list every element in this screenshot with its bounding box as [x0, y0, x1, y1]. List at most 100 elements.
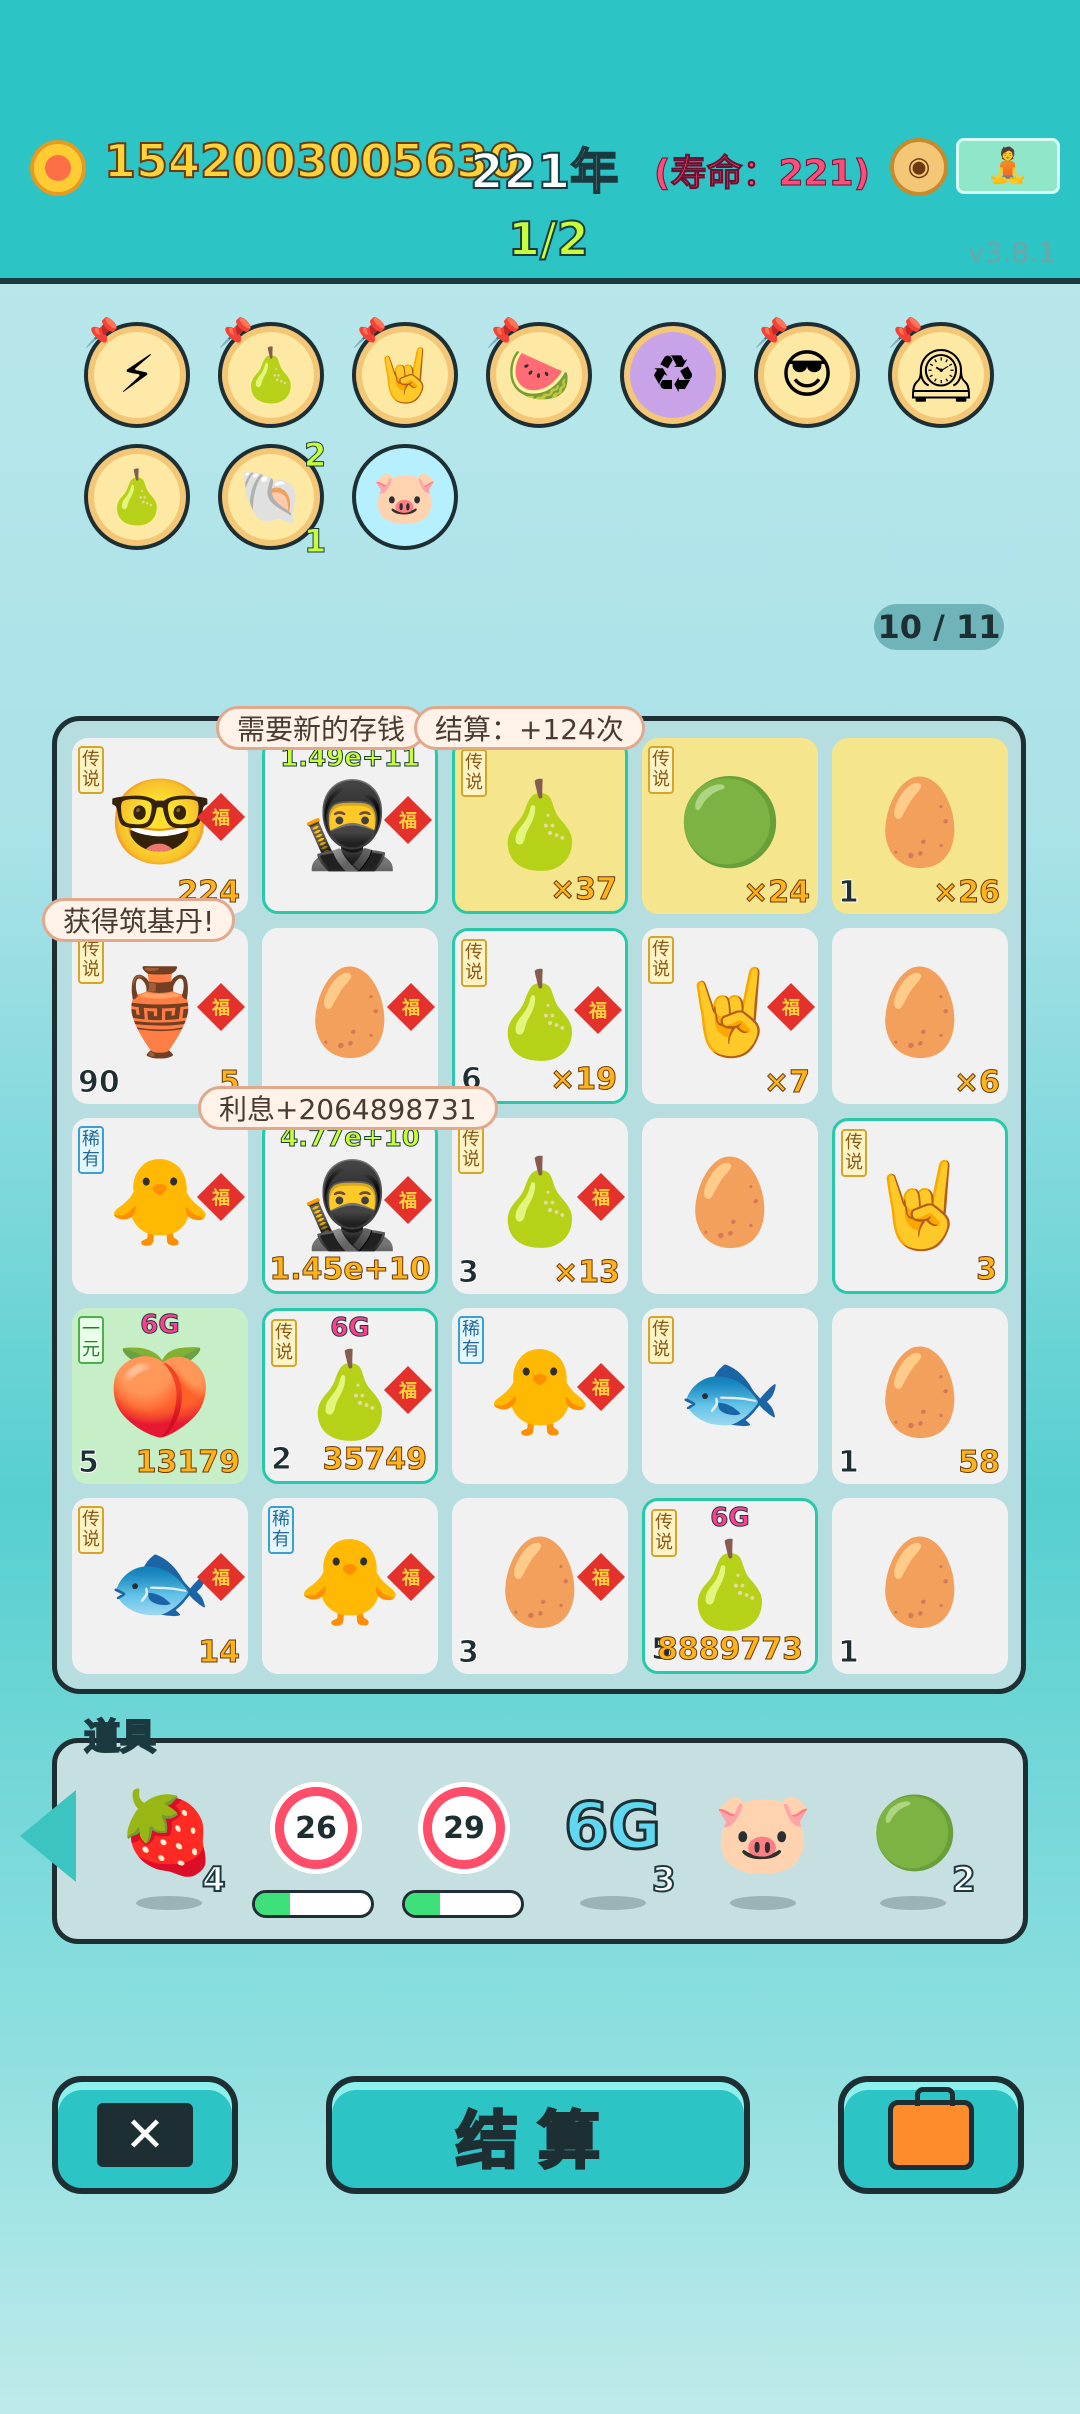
board-cell[interactable]: 🥚 — [642, 1118, 818, 1294]
board-cell[interactable]: 🐥 稀有福 — [452, 1308, 628, 1484]
board-cell[interactable]: 🥚 1 ×26 — [832, 738, 1008, 914]
page-indicator: 1/2 — [507, 211, 590, 267]
board-cell[interactable]: 🥚 1 — [832, 1498, 1008, 1674]
piggy-bank-relic-icon[interactable]: 🐷 — [352, 444, 458, 550]
pill-bubble: 获得筑基丹! — [42, 898, 236, 942]
rarity-tag: 传说 — [648, 1316, 674, 1364]
rarity-tag: 传说 — [841, 1129, 867, 1177]
rarity-tag: 传说 — [458, 1126, 484, 1174]
item-shadow — [880, 1896, 946, 1910]
cell-item-icon: 🥚 — [867, 773, 973, 871]
board-cell[interactable]: 🍐 传说 6G 5 8889773 — [642, 1498, 818, 1674]
cell-left-count: 5 — [78, 1445, 100, 1481]
timer-2-value: 29 — [432, 1796, 496, 1860]
board-cell[interactable]: 🤓 传说福 224 — [72, 738, 248, 914]
rarity-tag: 传说 — [78, 746, 104, 794]
version-label: v3.8.1 — [968, 236, 1056, 269]
board-cell[interactable]: 🥷 福 4.77e+10 1.45e+10 — [262, 1118, 438, 1294]
cell-right-count: ×19 — [550, 1062, 618, 1098]
cell-item-icon: 🥚 — [867, 963, 973, 1061]
rarity-tag: 传说 — [648, 746, 674, 794]
cell-right-count: 3 — [976, 1252, 998, 1288]
cell-left-count: 3 — [458, 1635, 480, 1671]
rarity-tag: 传说 — [78, 1506, 104, 1554]
board-cell[interactable]: 🍐 传说福 6G 2 35749 — [262, 1308, 438, 1484]
arrow-left-icon[interactable] — [20, 1790, 76, 1882]
meditate-button[interactable]: 🧘 — [956, 138, 1060, 194]
cell-left-count: 2 — [271, 1442, 293, 1478]
board-cell[interactable]: 🤘 传说福 ×7 — [642, 928, 818, 1104]
timer-1-progress — [252, 1890, 374, 1918]
board-cell[interactable]: 🥷 福 1.49e+11 — [262, 738, 438, 914]
board-cell[interactable]: 🐥 稀有福 — [262, 1498, 438, 1674]
cell-right-count: ×37 — [550, 872, 618, 908]
divider — [0, 278, 1080, 284]
lightning-relic-icon[interactable]: 📌 ⚡ — [84, 316, 190, 428]
cool-face-relic-icon[interactable]: 📌 😎 — [754, 316, 860, 428]
board-cell[interactable]: 🏺 传说福 90 5 — [72, 928, 248, 1104]
cell-value: 1.45e+10 — [269, 1252, 431, 1288]
piggy-bank-item-icon[interactable]: 🐷 — [708, 1778, 818, 1888]
time-card-relic-icon[interactable]: 📌 🕰 — [888, 316, 994, 428]
6g-count: 3 — [651, 1859, 677, 1901]
briefcase-icon — [888, 2087, 974, 2170]
cell-right-count: ×13 — [553, 1255, 621, 1291]
rock-hand-relic-icon[interactable]: 📌 🤘 — [352, 316, 458, 428]
cell-left-count: 90 — [78, 1065, 121, 1101]
rarity-tag: 传说 — [78, 936, 104, 984]
cell-right-count: 35749 — [322, 1442, 427, 1478]
board-cell[interactable]: 🐥 稀有福 — [72, 1118, 248, 1294]
interest-bubble: 利息+2064898731 — [198, 1086, 498, 1130]
pomelo-relic-icon[interactable]: 📌 🍐 — [218, 316, 324, 428]
pomelo-relic-2-icon[interactable]: 🍐 — [84, 444, 190, 550]
board-cell[interactable]: 🍐 传说福 3 ×13 — [452, 1118, 628, 1294]
board-cell[interactable]: 🍑 一元 6G 5 13179 — [72, 1308, 248, 1484]
cell-item-icon: 🥚 — [867, 1533, 973, 1631]
lifespan-label: (寿命：221) — [653, 153, 871, 195]
timer-item-1[interactable]: 26 — [270, 1782, 362, 1874]
board-cell[interactable]: 🥚 福 — [262, 928, 438, 1104]
board-cell[interactable]: 🍐 传说福 6 ×19 — [452, 928, 628, 1104]
6g-item[interactable]: 6G — [562, 1789, 662, 1866]
cell-left-count: 1 — [838, 1635, 860, 1671]
coin-icon — [30, 140, 86, 196]
year-counter: 221年 — [469, 143, 619, 201]
cell-item-icon: 🥚 — [867, 1343, 973, 1441]
board-cell[interactable]: 🟢 传说 ×24 — [642, 738, 818, 914]
fruit-basket-relic-icon[interactable]: 📌 🍉 — [486, 316, 592, 428]
cell-right-count: 58 — [958, 1445, 1001, 1481]
board-cell[interactable]: 🍐 传说 ×37 — [452, 738, 628, 914]
rarity-tag: 稀有 — [458, 1316, 484, 1364]
orb-count: 2 — [951, 1859, 977, 1901]
settle-bubble: 结算：+124次 — [414, 706, 645, 750]
coin-total: 1542003005630 — [103, 133, 521, 189]
6g-label: 6G — [710, 1503, 750, 1534]
cell-left-count: 3 — [458, 1255, 480, 1291]
rarity-tag: 传说 — [461, 749, 487, 797]
board-cell[interactable]: 🐟 传说 — [642, 1308, 818, 1484]
cell-right-count: ×26 — [933, 875, 1001, 911]
cell-left-count: 1 — [838, 1445, 860, 1481]
item-shadow — [730, 1896, 796, 1910]
board-cell[interactable]: 🥚 1 58 — [832, 1308, 1008, 1484]
cell-right-count: ×6 — [953, 1065, 1000, 1101]
board-cell[interactable]: 🤘 传说 3 — [832, 1118, 1008, 1294]
rarity-tag: 传说 — [648, 936, 674, 984]
close-icon: ✕ — [97, 2103, 193, 2167]
6g-label: 6G — [140, 1310, 180, 1341]
close-button[interactable]: ✕ — [52, 2076, 238, 2194]
bag-button[interactable] — [838, 2076, 1024, 2194]
item-shadow — [580, 1896, 646, 1910]
timer-item-2[interactable]: 29 — [418, 1782, 510, 1874]
turn-counter: 10 / 11 — [874, 604, 1004, 650]
rarity-tag: 稀有 — [268, 1506, 294, 1554]
strawberry-count: 4 — [201, 1859, 227, 1901]
board-cell[interactable]: 🥚 福 3 — [452, 1498, 628, 1674]
shell-count-top: 2 — [303, 436, 327, 475]
board-cell[interactable]: 🥚 ×6 — [832, 928, 1008, 1104]
settle-button[interactable]: 结算 — [326, 2076, 750, 2194]
recycle-relic-icon[interactable]: ♻ — [620, 322, 726, 428]
fortune-badge-icon[interactable]: ◉ — [890, 138, 948, 196]
board-cell[interactable]: 🐟 传说福 14 — [72, 1498, 248, 1674]
timer-1-value: 26 — [284, 1796, 348, 1860]
